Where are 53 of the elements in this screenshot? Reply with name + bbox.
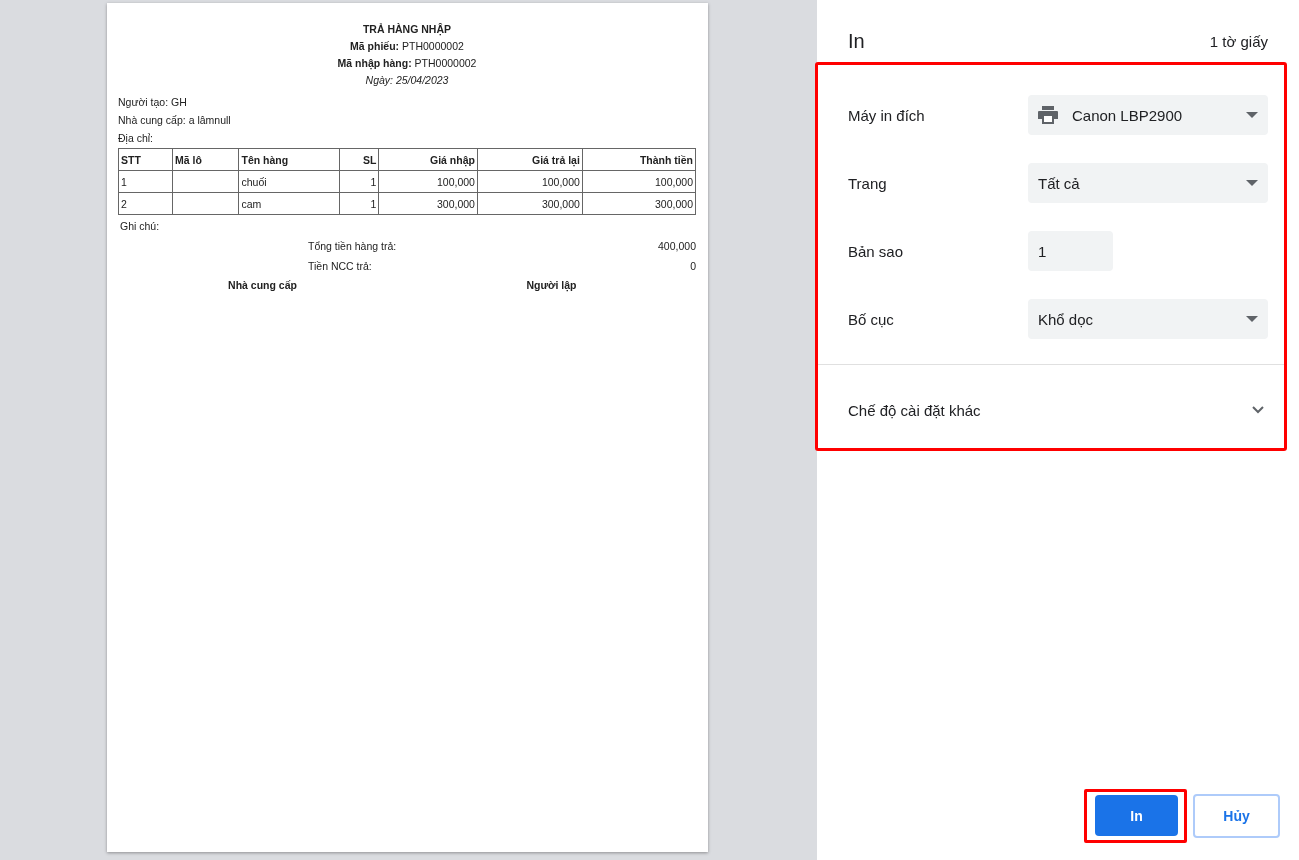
printer-icon [1038, 106, 1058, 124]
column-header: Thành tiền [582, 148, 696, 171]
table-cell: 300,000 [378, 192, 478, 215]
column-header: Tên hàng [239, 148, 340, 171]
column-header: Giá trả lại [477, 148, 583, 171]
total-value: 0 [690, 260, 696, 272]
setting-label: Bản sao [848, 242, 905, 260]
table-cell: 1 [339, 192, 379, 215]
more-settings-toggle[interactable]: Chế độ cài đặt khác [848, 390, 1264, 430]
document-title: TRẢ HÀNG NHẬP [361, 22, 453, 38]
table-cell: 100,000 [378, 170, 478, 193]
select-dropdown[interactable]: Tất cả [1028, 163, 1268, 203]
print-title: In [848, 29, 865, 53]
total-value: 400,000 [658, 240, 696, 252]
table-cell: chuối [239, 170, 340, 193]
column-header: Mã lô [172, 148, 239, 171]
info-line: Địa chỉ: [118, 131, 154, 146]
table-cell: 1 [118, 170, 173, 193]
sheet-count: 1 tờ giấy [1209, 32, 1268, 50]
copies-input-field[interactable]: 1 [1028, 231, 1113, 271]
table-cell: 1 [339, 170, 379, 193]
header-line: Mã phiếu: PTH0000002 [349, 39, 465, 54]
dropdown-caret-icon [1246, 112, 1258, 118]
table-cell: 100,000 [477, 170, 583, 193]
header-line: Mã nhập hàng: PTH0000002 [336, 56, 478, 72]
document-date: Ngày: 25/04/2023 [364, 73, 450, 88]
setting-label: Trang [848, 174, 888, 192]
dropdown-caret-icon [1246, 180, 1258, 186]
total-label: Tổng tiền hàng trả: [308, 240, 398, 252]
setting-label: Bố cục [848, 310, 895, 328]
column-header: Giá nhập [378, 148, 478, 171]
cancel-button[interactable]: Hủy [1193, 794, 1280, 838]
note-label: Ghi chú: [120, 220, 161, 232]
print-button[interactable]: In [1095, 795, 1178, 836]
chevron-icon [1252, 406, 1264, 414]
table-cell: cam [239, 192, 340, 215]
signature-label: Nhà cung cấp [227, 279, 298, 291]
table-cell [172, 192, 239, 215]
table-cell: 2 [118, 192, 173, 215]
select-dropdown[interactable]: Khổ dọc [1028, 299, 1268, 339]
column-header: SL [339, 148, 379, 171]
table-cell: 300,000 [477, 192, 583, 215]
info-line: Nhà cung cấp: a lâmnull [118, 113, 232, 128]
signature-label: Người lập [525, 279, 578, 291]
info-line: Người tạo: GH [118, 95, 188, 110]
column-header: STT [118, 148, 173, 171]
printer-dropdown[interactable]: Canon LBP2900 [1028, 95, 1268, 135]
table-cell [172, 170, 239, 193]
setting-label: Máy in đích [848, 106, 926, 124]
table-cell: 100,000 [582, 170, 696, 193]
dropdown-caret-icon [1246, 316, 1258, 322]
total-label: Tiền NCC trả: [308, 260, 373, 272]
table-cell: 300,000 [582, 192, 696, 215]
